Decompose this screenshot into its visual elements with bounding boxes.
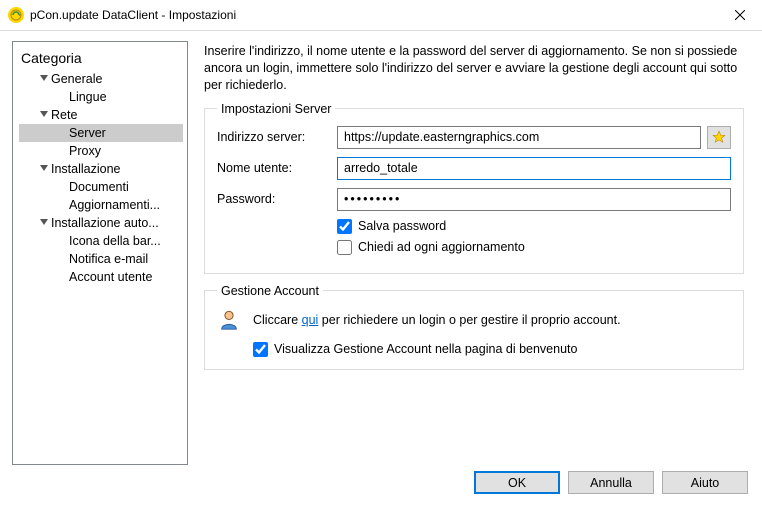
ask-every-update-label: Chiedi ad ogni aggiornamento [358, 240, 525, 254]
tree-item-label: Documenti [69, 180, 181, 194]
tree-item[interactable]: Installazione [19, 160, 183, 178]
password-label: Password: [217, 192, 337, 206]
server-address-label: Indirizzo server: [217, 130, 337, 144]
star-icon [712, 130, 726, 144]
tree-item[interactable]: Documenti [19, 178, 183, 196]
tree-item[interactable]: Lingue [19, 88, 183, 106]
username-input[interactable] [337, 157, 731, 180]
server-settings-legend: Impostazioni Server [217, 102, 335, 116]
account-text-row: Cliccare qui per richiedere un login o p… [217, 308, 731, 332]
tree-item[interactable]: Installazione auto... [19, 214, 183, 232]
save-password-checkbox[interactable] [337, 219, 352, 234]
tree-item-label: Icona della bar... [69, 234, 181, 248]
tree-item-label: Installazione [51, 162, 181, 176]
tree-item-label: Server [69, 126, 181, 140]
account-text-before: Cliccare [253, 313, 302, 327]
ok-button[interactable]: OK [474, 471, 560, 494]
account-management-legend: Gestione Account [217, 284, 323, 298]
show-account-mgmt-row: Visualizza Gestione Account nella pagina… [253, 342, 731, 357]
account-link[interactable]: qui [302, 313, 319, 327]
tree-item-label: Rete [51, 108, 181, 122]
tree-item-label: Lingue [69, 90, 181, 104]
show-account-mgmt-label: Visualizza Gestione Account nella pagina… [274, 342, 577, 356]
sidebar-title: Categoria [21, 50, 181, 66]
tree-item[interactable]: Proxy [19, 142, 183, 160]
server-settings-group: Impostazioni Server Indirizzo server: No… [204, 102, 744, 274]
category-sidebar: Categoria Generale Lingue Rete Server Proxy I… [12, 41, 188, 465]
chevron-down-icon [37, 111, 51, 119]
password-input[interactable] [337, 188, 731, 211]
window-title: pCon.update DataClient - Impostazioni [30, 8, 236, 22]
tree-item[interactable]: Account utente [19, 268, 183, 286]
favorite-button[interactable] [707, 126, 731, 149]
tree-item-label: Proxy [69, 144, 181, 158]
ask-every-update-checkbox[interactable] [337, 240, 352, 255]
person-icon [217, 308, 241, 332]
tree-item[interactable]: Server [19, 124, 183, 142]
app-icon [8, 7, 24, 23]
footer-buttons: OK Annulla Aiuto [0, 471, 762, 504]
tree-item-label: Notifica e-mail [69, 252, 181, 266]
password-row: Password: [217, 188, 731, 211]
tree-item[interactable]: Rete [19, 106, 183, 124]
account-management-group: Gestione Account Cliccare qui per richie… [204, 284, 744, 370]
account-text-after: per richiedere un login o per gestire il… [318, 313, 620, 327]
help-button[interactable]: Aiuto [662, 471, 748, 494]
chevron-down-icon [37, 75, 51, 83]
close-icon [735, 10, 745, 20]
username-row: Nome utente: [217, 157, 731, 180]
chevron-down-icon [37, 219, 51, 227]
tree-item-label: Account utente [69, 270, 181, 284]
main-panel: Inserire l'indirizzo, il nome utente e l… [188, 41, 750, 465]
tree-item[interactable]: Generale [19, 70, 183, 88]
chevron-down-icon [37, 165, 51, 173]
content-area: Categoria Generale Lingue Rete Server Proxy I… [0, 31, 762, 471]
ask-every-update-row: Chiedi ad ogni aggiornamento [337, 240, 731, 255]
intro-text: Inserire l'indirizzo, il nome utente e l… [204, 43, 744, 94]
save-password-label: Salva password [358, 219, 446, 233]
category-tree: Generale Lingue Rete Server Proxy Installazio… [19, 70, 183, 286]
tree-item[interactable]: Icona della bar... [19, 232, 183, 250]
cancel-button[interactable]: Annulla [568, 471, 654, 494]
tree-item-label: Aggiornamenti... [69, 198, 181, 212]
tree-item-label: Generale [51, 72, 181, 86]
close-button[interactable] [717, 0, 762, 30]
server-address-input[interactable] [337, 126, 701, 149]
account-text: Cliccare qui per richiedere un login o p… [253, 313, 621, 327]
show-account-mgmt-checkbox[interactable] [253, 342, 268, 357]
server-address-row: Indirizzo server: [217, 126, 731, 149]
tree-item[interactable]: Notifica e-mail [19, 250, 183, 268]
save-password-row: Salva password [337, 219, 731, 234]
tree-item[interactable]: Aggiornamenti... [19, 196, 183, 214]
tree-item-label: Installazione auto... [51, 216, 181, 230]
titlebar: pCon.update DataClient - Impostazioni [0, 0, 762, 31]
username-label: Nome utente: [217, 161, 337, 175]
